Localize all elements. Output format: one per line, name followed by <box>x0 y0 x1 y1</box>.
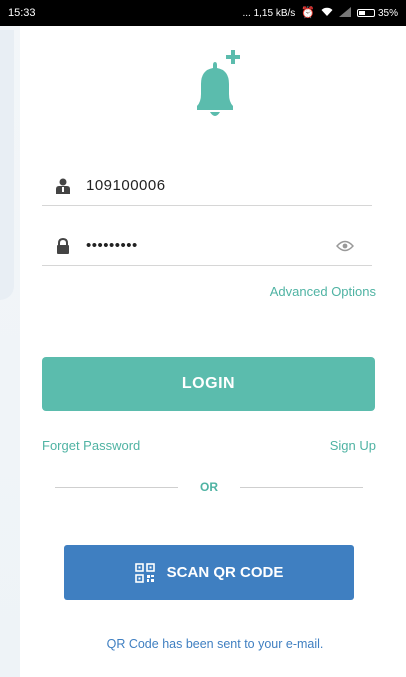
status-time: 15:33 <box>8 7 36 19</box>
password-input[interactable] <box>86 237 334 254</box>
divider-line-left <box>55 486 178 488</box>
signal-icon <box>338 6 351 20</box>
login-button[interactable]: LOGIN <box>42 357 375 411</box>
battery-icon <box>356 9 375 17</box>
status-indicators: ... 1,15 kB/s ⏰ 35% <box>242 6 398 20</box>
divider-line-right <box>240 486 363 488</box>
login-screen: 15:33 ... 1,15 kB/s ⏰ 35% 109100006 ••••… <box>0 0 406 677</box>
battery-percent: 35% <box>377 7 398 19</box>
password-field[interactable] <box>42 226 372 266</box>
forget-password-link[interactable]: Forget Password <box>42 438 140 453</box>
lock-icon <box>54 237 72 255</box>
network-speed: ... 1,15 kB/s <box>242 7 296 19</box>
battery-indicator: 35% <box>356 7 398 19</box>
sign-up-link[interactable]: Sign Up <box>330 438 376 453</box>
qr-code-info-message: QR Code has been sent to your e-mail. <box>106 637 324 651</box>
user-icon <box>54 177 72 195</box>
wifi-icon <box>321 7 333 20</box>
scan-qr-code-label: SCAN QR CODE <box>166 564 284 581</box>
background-decoration-shape <box>0 30 14 300</box>
or-label: OR <box>200 480 218 494</box>
qr-code-icon <box>134 562 155 583</box>
or-divider: OR <box>55 480 363 494</box>
eye-icon[interactable] <box>334 237 356 255</box>
status-bar: 15:33 ... 1,15 kB/s ⏰ 35% <box>0 0 406 26</box>
advanced-options-link[interactable]: Advanced Options <box>270 284 376 299</box>
username-input[interactable] <box>86 177 372 194</box>
alarm-icon: ⏰ <box>301 6 315 19</box>
username-field[interactable] <box>42 166 372 206</box>
scan-qr-code-button[interactable]: SCAN QR CODE <box>64 545 354 600</box>
bell-plus-icon <box>197 50 240 116</box>
